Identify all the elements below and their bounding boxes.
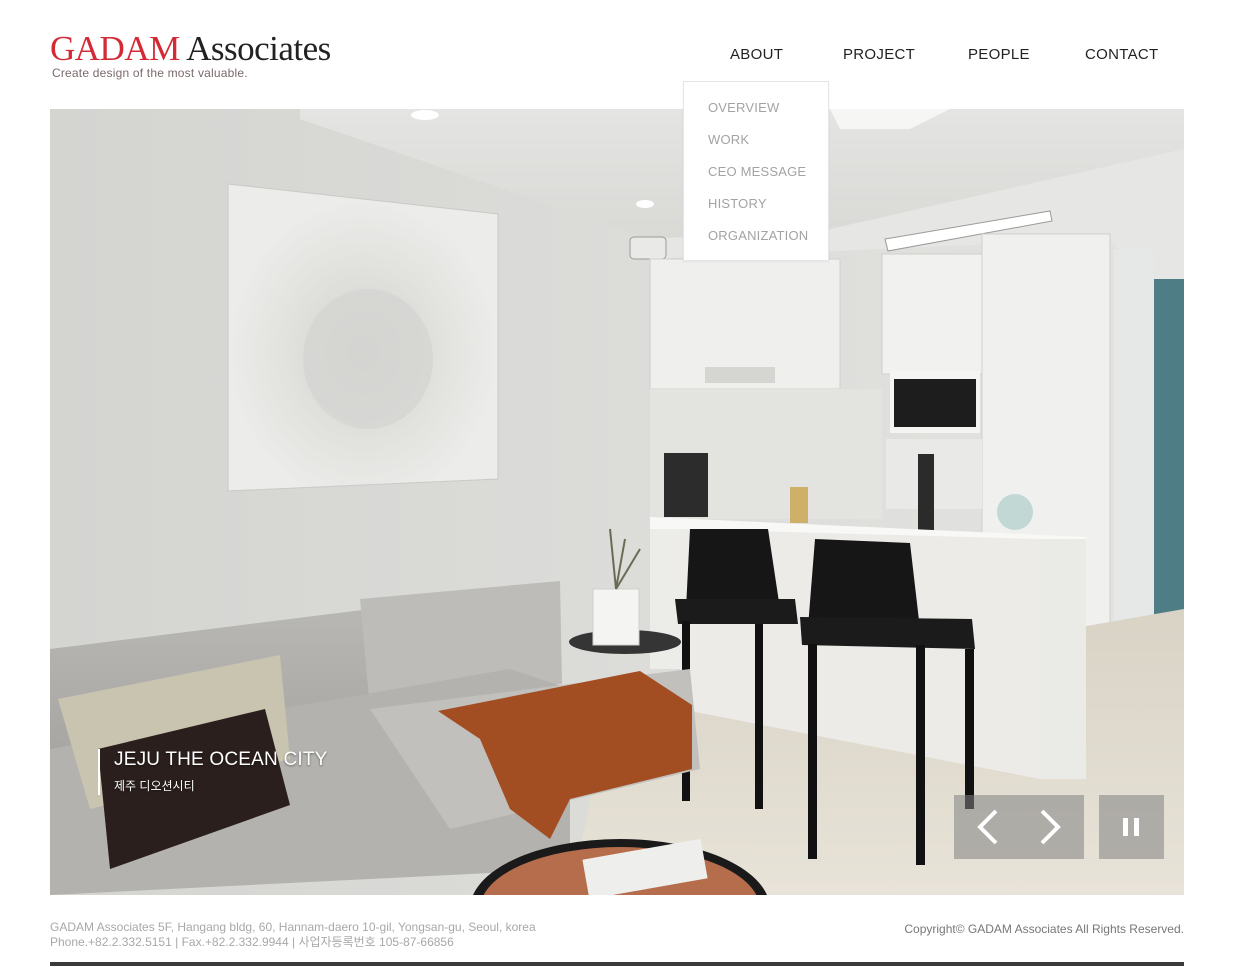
footer-copyright: Copyright© GADAM Associates All Rights R… <box>904 922 1184 936</box>
dropdown-item-history[interactable]: HISTORY <box>708 196 767 211</box>
about-dropdown-menu: OVERVIEW WORK CEO MESSAGE HISTORY ORGANI… <box>683 81 829 261</box>
slide-subtitle: 제주 디오션시티 <box>114 779 195 793</box>
footer-address: GADAM Associates 5F, Hangang bldg, 60, H… <box>50 920 536 934</box>
pause-icon <box>1123 818 1139 836</box>
hero-slider: JEJU THE OCEAN CITY 제주 디오션시티 <box>50 109 1184 895</box>
nav-item-contact[interactable]: CONTACT <box>1085 46 1158 63</box>
slide-caption: JEJU THE OCEAN CITY 제주 디오션시티 <box>98 749 328 795</box>
nav-item-about[interactable]: ABOUT <box>730 46 783 63</box>
prev-slide-button[interactable] <box>954 795 1019 859</box>
dropdown-item-ceo-message[interactable]: CEO MESSAGE <box>708 164 806 179</box>
dropdown-item-work[interactable]: WORK <box>708 132 749 147</box>
next-slide-button[interactable] <box>1019 795 1084 859</box>
footer-contact: Phone.+82.2.332.5151 | Fax.+82.2.332.994… <box>50 935 454 949</box>
dropdown-item-organization[interactable]: ORGANIZATION <box>708 228 808 243</box>
logo-tagline: Create design of the most valuable. <box>52 66 248 80</box>
pause-slide-button[interactable] <box>1099 795 1164 859</box>
chevron-left-icon <box>977 809 998 845</box>
footer-info: GADAM Associates 5F, Hangang bldg, 60, H… <box>50 920 536 950</box>
slide-title: JEJU THE OCEAN CITY <box>114 749 328 770</box>
dropdown-item-overview[interactable]: OVERVIEW <box>708 100 779 115</box>
nav-item-project[interactable]: PROJECT <box>843 46 915 63</box>
nav-item-people[interactable]: PEOPLE <box>968 46 1030 63</box>
footer-divider <box>50 962 1184 966</box>
slider-arrows <box>954 795 1084 859</box>
main-nav: ABOUT PROJECT PEOPLE CONTACT <box>0 46 1234 66</box>
chevron-right-icon <box>1040 809 1061 845</box>
